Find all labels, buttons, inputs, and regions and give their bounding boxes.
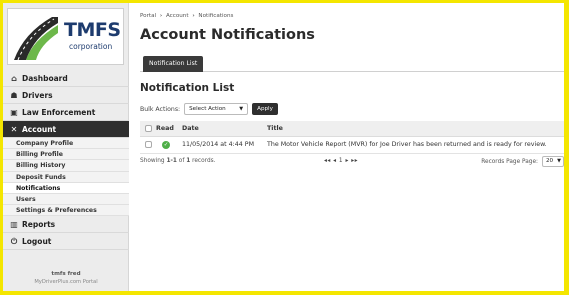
breadcrumb-portal[interactable]: Portal: [140, 13, 156, 19]
subnav-deposit-funds[interactable]: Deposit Funds: [3, 171, 129, 183]
select-all-checkbox[interactable]: [144, 124, 152, 132]
bulk-action-select[interactable]: Select Action ▼: [184, 103, 249, 115]
road-logo-icon: [12, 13, 58, 60]
breadcrumb-notifications: Notifications: [198, 13, 234, 19]
drivers-icon: ☗: [10, 90, 18, 100]
col-title[interactable]: Title: [267, 121, 564, 137]
sidebar: TMFS corporation ⌂ Dashboard ☗ Drivers ▣…: [3, 3, 135, 291]
subnav-billing-history[interactable]: Billing History: [3, 160, 129, 172]
records-per-page-value: 20: [546, 158, 554, 164]
chevron-right-icon: ›: [192, 13, 195, 19]
law-enforcement-icon: ▣: [10, 107, 18, 117]
page-title: Account Notifications: [140, 27, 315, 43]
bulk-actions: Bulk Actions: Select Action ▼ Apply: [140, 103, 278, 115]
logout-icon: ⏻: [10, 236, 18, 246]
records-per-page-label: Records Page Page:: [481, 158, 538, 165]
current-user: tmfs fred: [51, 271, 81, 277]
nav-account[interactable]: ✕ Account: [3, 121, 135, 138]
records-per-page-select[interactable]: 20 ▼: [542, 156, 564, 167]
account-tools-icon: ✕: [10, 124, 18, 134]
nav-reports[interactable]: ▥ Reports: [3, 216, 129, 234]
summary-range: 1-1: [166, 158, 177, 164]
reports-icon: ▥: [10, 219, 18, 229]
notifications-table: Read Date Title ✓ 11/05/2014 at 4:44 PM …: [140, 121, 564, 154]
app-frame: TMFS corporation ⌂ Dashboard ☗ Drivers ▣…: [3, 3, 564, 291]
subnav-users[interactable]: Users: [3, 193, 129, 206]
col-read[interactable]: Read: [156, 121, 182, 137]
apply-button[interactable]: Apply: [252, 103, 278, 115]
read-cell: ✓: [156, 136, 182, 154]
subnav-settings[interactable]: Settings & Preferences: [3, 205, 129, 217]
nav-label: Dashboard: [22, 73, 68, 83]
subnav-billing-profile[interactable]: Billing Profile: [3, 149, 129, 161]
records-per-page: Records Page Page: 20 ▼: [481, 156, 564, 167]
company-logo[interactable]: TMFS corporation: [7, 8, 124, 65]
sidebar-footer: tmfs fred MyDriverPlus.com Portal: [3, 271, 129, 285]
pagination[interactable]: ◂◂ ◂ 1 ▸ ▸▸: [324, 158, 358, 164]
bulk-actions-label: Bulk Actions:: [140, 105, 181, 113]
select-all-cell: [140, 121, 156, 137]
date-cell: 11/05/2014 at 4:44 PM: [182, 136, 267, 154]
nav-label: Account: [22, 124, 57, 134]
main-content: Portal › Account › Notifications Account…: [129, 3, 564, 291]
title-cell[interactable]: The Motor Vehicle Report (MVR) for Joe D…: [267, 136, 564, 154]
chevron-right-icon: ›: [159, 13, 163, 19]
tab-bar: Notification List: [140, 56, 564, 72]
subnav-notifications[interactable]: Notifications: [3, 182, 129, 194]
logo-text: TMFS: [64, 19, 121, 41]
caret-down-icon: ▼: [557, 158, 561, 164]
subnav-company-profile[interactable]: Company Profile: [3, 138, 129, 150]
nav-dashboard[interactable]: ⌂ Dashboard: [3, 70, 129, 87]
row-select-cell: [140, 136, 156, 154]
logo-subtext: corporation: [69, 42, 113, 51]
read-check-icon: ✓: [162, 140, 170, 149]
summary-prefix: Showing: [140, 158, 167, 164]
col-date[interactable]: Date: [182, 121, 267, 137]
row-checkbox[interactable]: [144, 140, 152, 148]
summary-suffix: records.: [190, 158, 216, 164]
nav-label: Logout: [22, 236, 52, 246]
sidebar-nav: ⌂ Dashboard ☗ Drivers ▣ Law Enforcement …: [3, 70, 135, 251]
portal-name: MyDriverPlus.com Portal: [34, 279, 98, 285]
table-row[interactable]: ✓ 11/05/2014 at 4:44 PM The Motor Vehicl…: [140, 136, 564, 154]
home-icon: ⌂: [11, 73, 17, 83]
breadcrumb: Portal › Account › Notifications: [140, 13, 233, 19]
nav-drivers[interactable]: ☗ Drivers: [3, 87, 129, 104]
tab-notification-list[interactable]: Notification List: [143, 56, 204, 72]
nav-label: Reports: [22, 219, 56, 229]
caret-down-icon: ▼: [239, 106, 244, 112]
nav-label: Law Enforcement: [22, 107, 96, 117]
nav-law-enforcement[interactable]: ▣ Law Enforcement: [3, 104, 129, 121]
bulk-action-value: Select Action: [189, 106, 226, 112]
nav-label: Drivers: [22, 90, 53, 100]
section-title: Notification List: [140, 82, 235, 94]
records-summary: Showing 1-1 of 1 records.: [140, 158, 216, 164]
summary-of: of: [176, 158, 187, 164]
breadcrumb-account[interactable]: Account: [166, 13, 189, 19]
table-header-row: Read Date Title: [140, 121, 564, 137]
nav-logout[interactable]: ⏻ Logout: [3, 233, 129, 251]
